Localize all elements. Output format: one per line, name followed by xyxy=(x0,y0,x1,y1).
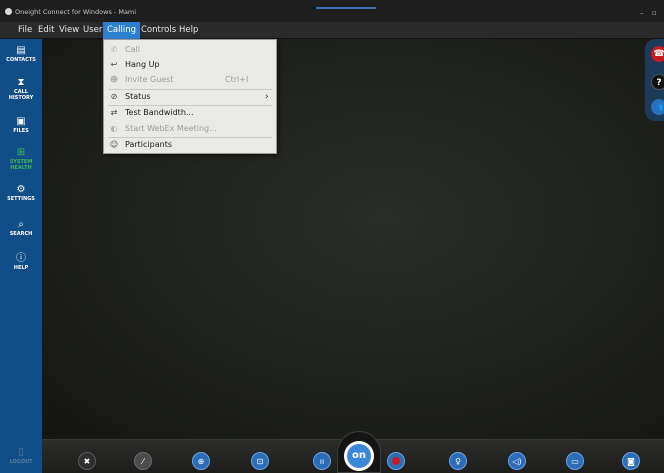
menu-calling[interactable]: Calling xyxy=(103,22,141,39)
menu-item-label: Start WebEx Meeting... xyxy=(125,124,217,133)
webex-icon: ◐ xyxy=(110,124,118,133)
tools-button[interactable]: ✖ xyxy=(78,452,96,470)
sidebar-item-settings[interactable]: ⚙ SETTINGS xyxy=(0,184,42,202)
contacts-icon: ▤ xyxy=(16,45,26,56)
participants-icon: ☺ xyxy=(109,140,119,149)
dial-button[interactable]: ⁄ xyxy=(134,452,152,470)
zoom-button[interactable]: ⊕ xyxy=(192,452,210,470)
title-bar: Oneight Connect for Windows - Mami – ▫ xyxy=(0,0,664,22)
menu-item-label: Participants xyxy=(125,140,172,149)
sidebar-item-label: SEARCH xyxy=(9,231,33,237)
menu-item-label: Invite Guest xyxy=(125,75,174,84)
menu-item-call[interactable]: ✆ Call xyxy=(104,43,276,57)
sidebar-item-logout[interactable]: ▯ LOGOUT xyxy=(0,447,42,465)
calling-menu-dropdown: ✆ Call ↩ Hang Up ☻ Invite Guest Ctrl+I ⊘… xyxy=(103,39,277,154)
sidebar-item-label: HISTORY xyxy=(8,95,34,101)
sidebar-item-label: HEALTH xyxy=(10,165,32,171)
logout-icon: ▯ xyxy=(18,447,24,458)
sidebar-item-call-history[interactable]: ⧗ CALL HISTORY xyxy=(0,77,42,101)
sidebar-item-label: FILES xyxy=(13,128,29,134)
light-button[interactable]: ♀ xyxy=(449,452,467,470)
sidebar-item-help[interactable]: ⓘ HELP xyxy=(0,253,42,271)
hang-up-quick-button[interactable]: ☎ xyxy=(651,46,664,62)
window-title: Oneight Connect for Windows - Mami xyxy=(15,8,137,16)
sidebar-item-label: LOGOUT xyxy=(9,459,33,465)
menu-file[interactable]: File xyxy=(14,22,36,39)
menu-controls[interactable]: Controls xyxy=(137,22,180,39)
sidebar: ▤ CONTACTS ⧗ CALL HISTORY ▣ FILES ⊞ SYST… xyxy=(0,39,42,473)
snapshot-button[interactable]: ◙ xyxy=(622,452,640,470)
search-icon: ⌕ xyxy=(18,219,24,230)
menu-item-label: Test Bandwidth... xyxy=(125,108,194,117)
sidebar-item-label: HELP xyxy=(13,265,29,271)
participants-quick-button[interactable]: 👥 xyxy=(651,99,664,115)
restore-button[interactable]: ▫ xyxy=(652,9,657,17)
files-icon: ▣ xyxy=(16,116,26,127)
menu-bar: File Edit View User Calling Controls Hel… xyxy=(0,22,664,39)
sidebar-item-contacts[interactable]: ▤ CONTACTS xyxy=(0,45,42,63)
menu-item-test-bandwidth[interactable]: ⇄ Test Bandwidth... xyxy=(104,106,276,120)
menu-item-label: Call xyxy=(125,45,140,54)
menu-item-participants[interactable]: ☺ Participants xyxy=(104,138,276,152)
help-icon: ⓘ xyxy=(16,253,26,264)
sidebar-item-files[interactable]: ▣ FILES xyxy=(0,116,42,134)
record-button[interactable] xyxy=(387,452,405,470)
sidebar-item-label: SETTINGS xyxy=(7,196,35,202)
sidebar-item-system-health[interactable]: ⊞ SYSTEM HEALTH xyxy=(0,147,42,171)
menu-item-invite-guest[interactable]: ☻ Invite Guest Ctrl+I xyxy=(104,73,276,87)
menu-help[interactable]: Help xyxy=(175,22,202,39)
sidebar-item-label: CONTACTS xyxy=(6,57,36,63)
menu-item-label: Hang Up xyxy=(125,60,160,69)
menu-item-shortcut: Ctrl+I xyxy=(225,75,249,84)
app-icon xyxy=(5,8,12,15)
submenu-arrow-icon: › xyxy=(265,92,269,102)
settings-icon: ⚙ xyxy=(16,184,26,195)
hang-up-icon: ↩ xyxy=(110,60,118,69)
camera-button[interactable]: ▭ xyxy=(566,452,584,470)
bandwidth-icon: ⇄ xyxy=(110,108,118,117)
help-quick-button[interactable]: ? xyxy=(651,74,664,90)
invite-guest-icon: ☻ xyxy=(109,75,119,84)
system-health-icon: ⊞ xyxy=(16,147,26,158)
sidebar-item-search[interactable]: ⌕ SEARCH xyxy=(0,219,42,237)
call-history-icon: ⧗ xyxy=(17,77,25,88)
menu-item-start-webex[interactable]: ◐ Start WebEx Meeting... xyxy=(104,122,276,136)
menu-item-hang-up[interactable]: ↩ Hang Up xyxy=(104,58,276,72)
power-button[interactable]: on xyxy=(344,441,374,471)
status-icon: ⊘ xyxy=(110,92,118,101)
pause-button[interactable]: ıı xyxy=(313,452,331,470)
volume-button[interactable]: ◁) xyxy=(508,452,526,470)
title-accent-line xyxy=(316,7,376,9)
minimize-button[interactable]: – xyxy=(640,9,644,17)
menu-item-status[interactable]: ⊘ Status › xyxy=(104,90,276,104)
phone-icon: ✆ xyxy=(110,45,118,54)
layout-button[interactable]: ⊡ xyxy=(251,452,269,470)
menu-item-label: Status xyxy=(125,92,151,101)
